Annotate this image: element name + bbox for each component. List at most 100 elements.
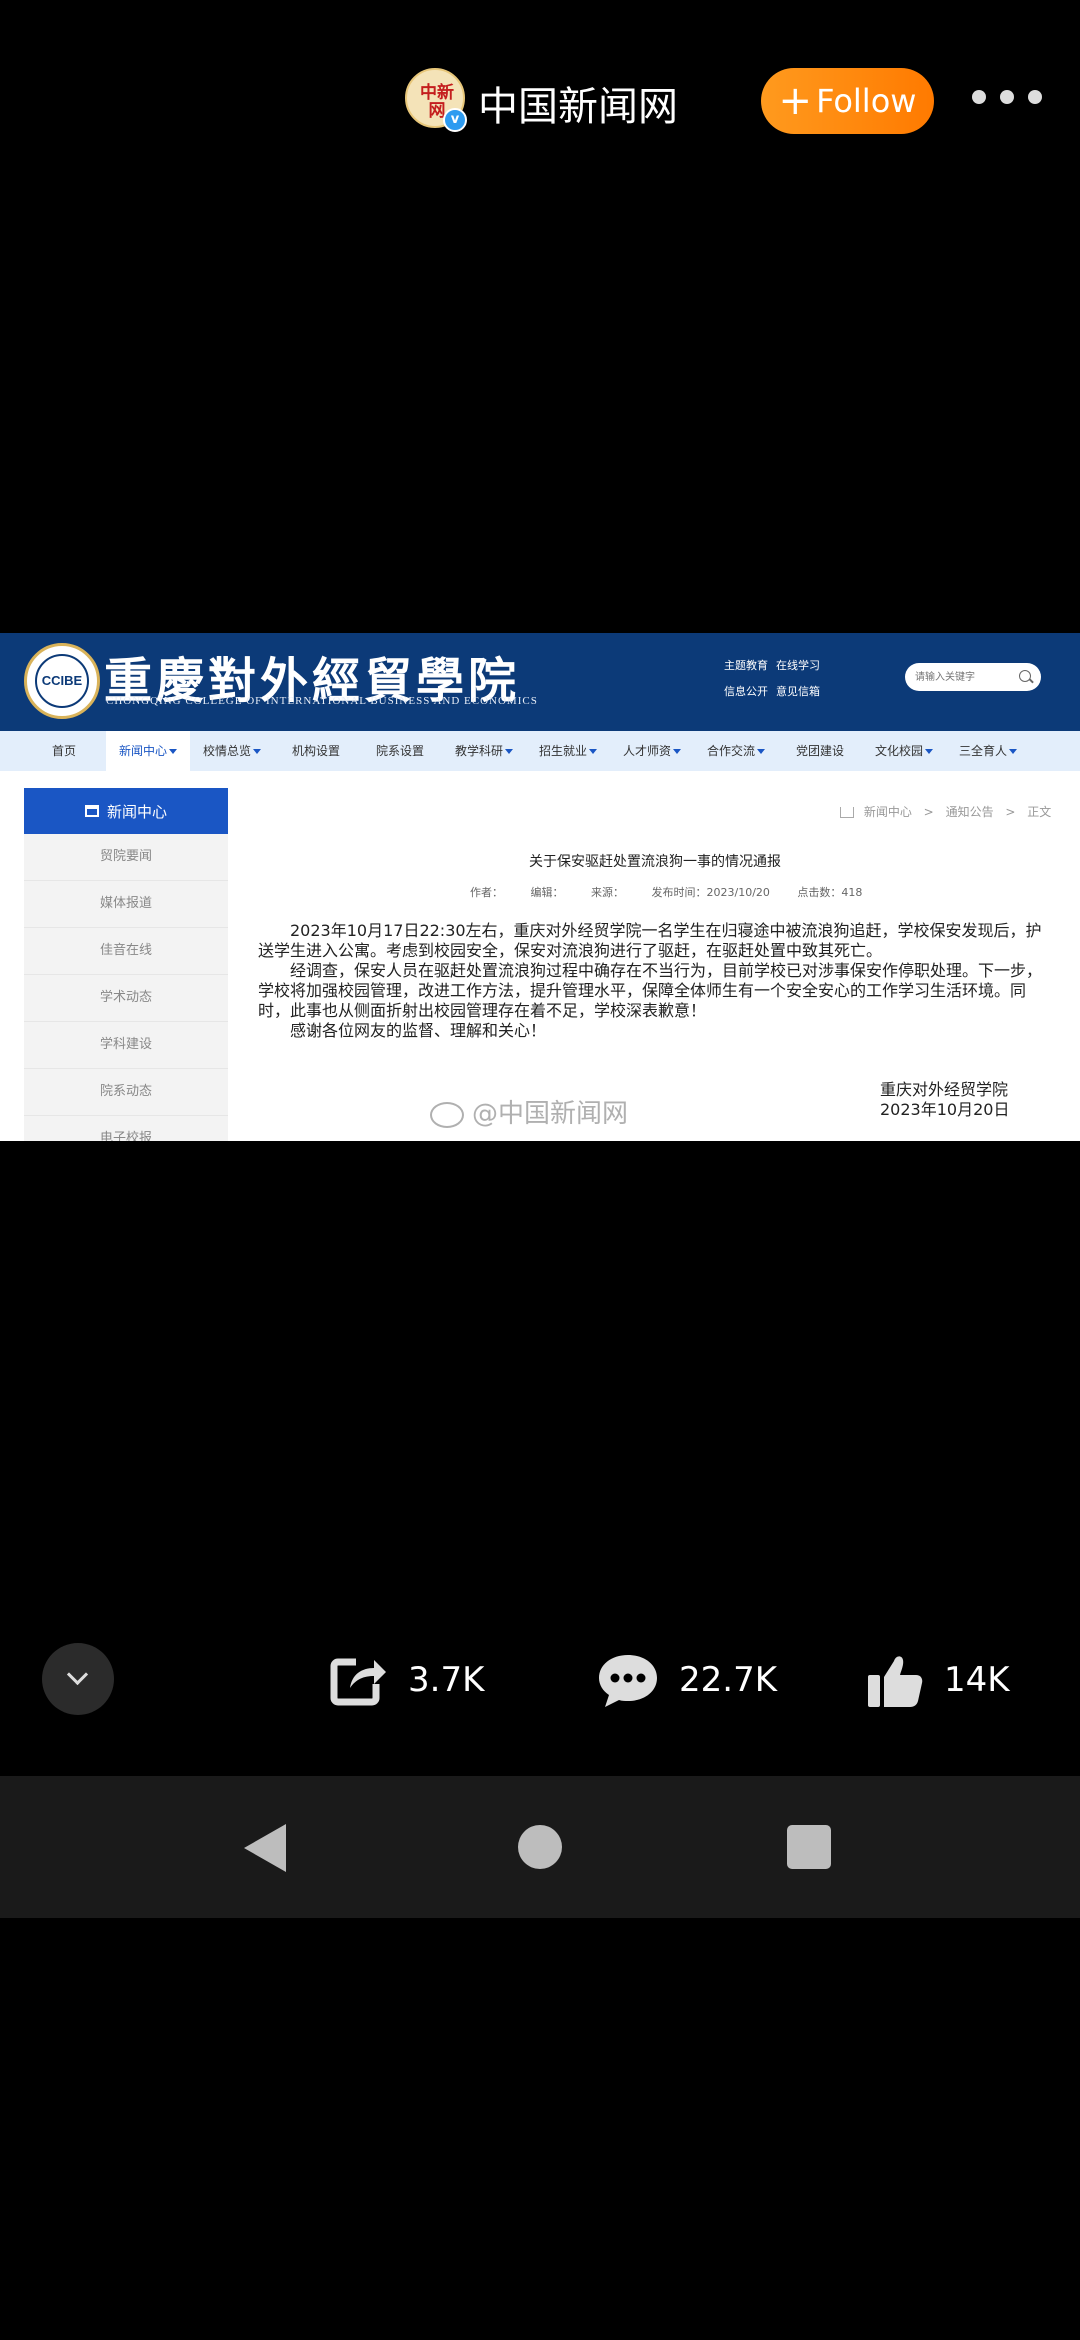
site-nav-label: 教学科研 <box>454 744 503 758</box>
home-icon <box>840 807 854 818</box>
caret-down-icon <box>589 749 597 754</box>
site-search-box <box>905 663 1041 691</box>
plus-icon: + <box>778 78 813 124</box>
site-nav-item: 校情总览 <box>190 731 274 771</box>
caret-down-icon <box>757 749 765 754</box>
site-nav-label: 校情总览 <box>202 744 251 758</box>
site-nav-item: 招生就业 <box>526 731 610 771</box>
quicklink-item: 意见信箱 <box>776 685 820 698</box>
search-icon <box>1019 670 1031 682</box>
share-count: 3.7K <box>408 1660 485 1700</box>
account-name[interactable]: 中国新闻网 <box>478 74 678 132</box>
quicklink-item: 信息公开 <box>724 685 768 698</box>
breadcrumb: 新闻中心 > 通知公告 > 正文 <box>840 803 1051 820</box>
recents-square-icon[interactable] <box>787 1825 831 1869</box>
follow-button[interactable]: + Follow <box>761 68 934 134</box>
site-search-input <box>915 668 1011 686</box>
weibo-logo-icon <box>430 1101 464 1128</box>
site-nav-item: 新闻中心 <box>106 731 190 771</box>
breadcrumb-item: 新闻中心 <box>863 805 912 819</box>
image-watermark: @中国新闻网 <box>430 1093 628 1130</box>
site-nav-label: 人才师资 <box>622 744 671 758</box>
breadcrumb-separator: > <box>1005 805 1016 819</box>
watermark-text: @中国新闻网 <box>472 1099 629 1129</box>
caret-down-icon <box>925 749 933 754</box>
comment-button[interactable]: 22.7K <box>597 1645 777 1715</box>
meta-clicks: 点击数：418 <box>797 886 863 899</box>
site-sidebar: 新闻中心 贸院要闻 媒体报道 佳音在线 学术动态 学科建设 院系动态 电子校报 <box>24 788 228 1141</box>
verified-badge-icon: v <box>443 108 467 132</box>
site-quicklinks: 主题教育 在线学习信息公开 意见信箱 <box>724 657 834 709</box>
site-nav-item: 教学科研 <box>442 731 526 771</box>
school-name-en: CHONGQING COLLEGE OF INTERNATIONAL BUSIN… <box>106 695 538 707</box>
site-nav-item: 三全育人 <box>946 731 1030 771</box>
site-nav-item: 党团建设 <box>778 731 862 771</box>
more-dot-icon <box>1028 90 1042 104</box>
breadcrumb-separator: > <box>923 805 934 819</box>
site-nav-item: 合作交流 <box>694 731 778 771</box>
thumbs-up-icon <box>868 1656 923 1707</box>
home-circle-icon[interactable] <box>518 1825 562 1869</box>
caret-down-icon <box>253 749 261 754</box>
site-nav-item: 首页 <box>22 731 106 771</box>
caret-down-icon <box>1009 749 1017 754</box>
building-icon <box>84 805 99 817</box>
breadcrumb-item: 正文 <box>1027 805 1052 819</box>
sidebar-header: 新闻中心 <box>24 788 228 834</box>
article-body: 2023年10月17日22:30左右，重庆对外经贸学院一名学生在归寝途中被流浪狗… <box>258 921 1044 1041</box>
site-header: CCIBE 重慶對外經貿學院 CHONGQING COLLEGE OF INTE… <box>0 633 1080 731</box>
site-nav-label: 合作交流 <box>706 744 755 758</box>
site-nav-label: 党团建设 <box>795 744 844 758</box>
system-nav-bar <box>0 1776 1080 1918</box>
sidebar-item: 学科建设 <box>24 1022 228 1069</box>
site-nav-label: 机构设置 <box>291 744 340 758</box>
like-count: 14K <box>944 1660 1010 1700</box>
comment-count: 22.7K <box>679 1660 777 1700</box>
article-paragraph: 经调查，保安人员在驱赶处置流浪狗过程中确存在不当行为，目前学校已对涉事保安作停职… <box>258 961 1043 1020</box>
meta-editor: 编辑： <box>530 886 564 899</box>
article-paragraph: 2023年10月17日22:30左右，重庆对外经贸学院一名学生在归寝途中被流浪狗… <box>258 921 1042 960</box>
site-nav-item: 人才师资 <box>610 731 694 771</box>
caret-down-icon <box>169 749 177 754</box>
post-image[interactable]: CCIBE 重慶對外經貿學院 CHONGQING COLLEGE OF INTE… <box>0 633 1080 1141</box>
breadcrumb-item: 通知公告 <box>945 805 994 819</box>
account-bar: 中新网 v 中国新闻网 + Follow <box>0 60 1080 140</box>
site-nav-label: 文化校园 <box>874 744 923 758</box>
caret-down-icon <box>505 749 513 754</box>
meta-author: 作者： <box>470 886 503 899</box>
sidebar-title: 新闻中心 <box>106 802 167 821</box>
site-nav-item: 文化校园 <box>862 731 946 771</box>
share-button[interactable]: 3.7K <box>330 1645 484 1715</box>
article-signature: 重庆对外经贸学院 2023年10月20日 <box>880 1080 1009 1120</box>
site-nav: 首页 新闻中心 校情总览 机构设置 院系设置 教学科研 招生就业 人才师资 合作交流 党团建设 文化… <box>0 731 1080 771</box>
article-title: 关于保安驱赶处置流浪狗一事的情况通报 <box>529 854 781 870</box>
more-dot-icon <box>1000 90 1014 104</box>
signature-org: 重庆对外经贸学院 <box>880 1080 1009 1099</box>
article-paragraph: 感谢各位网友的监督、理解和关心！ <box>290 1021 547 1040</box>
collapse-chevron-button[interactable] <box>42 1643 114 1715</box>
site-nav-label: 首页 <box>51 744 76 758</box>
site-nav-label: 院系设置 <box>375 744 424 758</box>
article-meta: 作者： 编辑： 来源： 发布时间：2023/10/20 点击数：418 <box>470 884 886 900</box>
signature-date: 2023年10月20日 <box>880 1100 1010 1119</box>
site-nav-item: 机构设置 <box>274 731 358 771</box>
share-icon <box>330 1658 386 1706</box>
site-nav-label: 新闻中心 <box>118 744 167 758</box>
school-logo: CCIBE <box>24 643 100 719</box>
comment-icon <box>599 1655 657 1707</box>
sidebar-item: 院系动态 <box>24 1069 228 1116</box>
site-nav-item: 院系设置 <box>358 731 442 771</box>
account-avatar[interactable]: 中新网 v <box>405 68 467 132</box>
sidebar-item: 佳音在线 <box>24 928 228 975</box>
sidebar-item: 媒体报道 <box>24 881 228 928</box>
like-button[interactable]: 14K <box>866 1645 1010 1715</box>
school-logo-text: CCIBE <box>35 654 89 708</box>
follow-label: Follow <box>816 82 917 120</box>
more-options-button[interactable] <box>972 90 1042 110</box>
more-dot-icon <box>972 90 986 104</box>
site-nav-label: 招生就业 <box>538 744 587 758</box>
caret-down-icon <box>673 749 681 754</box>
quicklink-item: 在线学习 <box>776 659 820 672</box>
sidebar-item: 学术动态 <box>24 975 228 1022</box>
back-triangle-icon[interactable] <box>244 1824 286 1872</box>
